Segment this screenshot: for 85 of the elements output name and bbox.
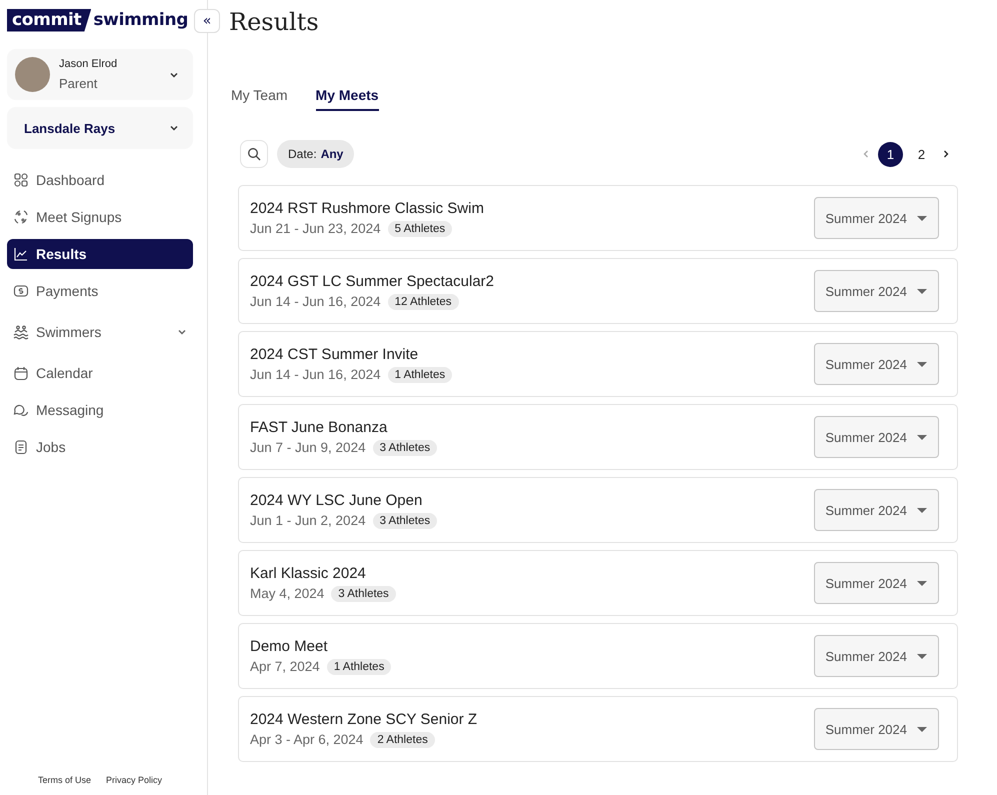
athletes-count: 5 Athletes [388,220,452,236]
meet-card[interactable]: 2024 CST Summer Invite Jun 14 - Jun 16, 2024 1 Athletes Summer 2024 [238,331,958,397]
season-dropdown[interactable]: Summer 2024 [814,635,939,677]
season-dropdown[interactable]: Summer 2024 [814,197,939,239]
nav-item[interactable]: Swimmers [7,313,193,351]
dashboard-icon [13,172,29,188]
avatar [15,57,50,92]
user-name: Jason Elrod [59,58,118,70]
nav-item[interactable]: Meet Signups [7,202,193,232]
caret-down-icon [917,362,927,366]
meet-name[interactable]: FAST June Bonanza [250,418,814,436]
meet-name[interactable]: 2024 WY LSC June Open [250,492,814,508]
meet-dates: Jun 21 - Jun 23, 2024 [250,221,381,236]
nav-item[interactable]: Calendar [7,358,193,388]
chevron-down-icon [169,123,179,133]
tab[interactable]: My Meets [316,87,379,111]
nav-item[interactable]: Dashboard [7,165,193,195]
athletes-count: 2 Athletes [370,732,435,748]
caret-down-icon [917,580,927,586]
page-title: Results [229,8,320,36]
nav-item[interactable]: Jobs [7,432,193,462]
meet-dates: Jun 14 - Jun 16, 2024 [250,367,381,382]
meet-name[interactable]: Karl Klassic 2024 [250,564,814,582]
meet-card[interactable]: 2024 WY LSC June Open Jun 1 - Jun 2, 2024 3 Athletes Summer 2024 [238,477,958,543]
meet-name[interactable]: 2024 CST Summer Invite [250,346,814,362]
meet-dates: Apr 7, 2024 [250,659,320,674]
caret-down-icon [917,508,927,512]
search-button[interactable] [240,140,268,168]
swimmer-icon [13,324,29,340]
meet-name[interactable]: Demo Meet [250,638,814,654]
user-role: Parent [59,76,98,91]
nav-item[interactable]: Payments [7,276,193,306]
chevron-down-icon [177,327,187,337]
meet-card[interactable]: 2024 GST LC Summer Spectacular2 Jun 14 - Jun 16, 2024 12 Athletes Summer 2024 [238,258,958,324]
logo-text: commit [7,8,92,32]
meet-card[interactable]: FAST June Bonanza Jun 7 - Jun 9, 2024 3 Athletes Summer 2024 [238,404,958,470]
meet-name[interactable]: 2024 GST LC Summer Spectacular2 [250,272,814,290]
document-icon [13,439,29,455]
collapse-sidebar-button[interactable]: « [194,9,220,33]
calendar-icon [13,365,29,381]
caret-down-icon [917,216,927,220]
athletes-count: 1 Athletes [388,366,452,382]
meet-dates: May 4, 2024 [250,586,324,601]
meet-dates: Jun 1 - Jun 2, 2024 [250,513,366,528]
season-dropdown[interactable]: Summer 2024 [814,489,939,531]
meet-card[interactable]: Karl Klassic 2024 May 4, 2024 3 Athletes Summer 2024 [238,550,958,616]
tab[interactable]: My Team [231,87,288,111]
athletes-count: 12 Athletes [388,294,459,310]
meet-card[interactable]: 2024 RST Rushmore Classic Swim Jun 21 - Jun 23, 2024 5 Athletes Summer 2024 [238,185,958,251]
athletes-count: 3 Athletes [372,440,438,456]
date-filter[interactable]: Date: Any [277,140,354,168]
logo-text: swimming [93,10,188,30]
nav-item[interactable]: Messaging [7,395,193,425]
caret-down-icon [917,434,927,440]
chart-icon [13,246,29,262]
page-number[interactable]: 1 [878,142,903,166]
nav-item[interactable]: Results [7,239,193,269]
season-dropdown[interactable]: Summer 2024 [814,343,939,385]
chat-bubbles-icon [13,402,29,418]
season-dropdown[interactable]: Summer 2024 [814,416,939,458]
dollar-icon [13,283,29,299]
meet-name[interactable]: 2024 RST Rushmore Classic Swim [250,200,814,216]
athletes-count: 3 Athletes [331,586,396,602]
athletes-count: 1 Athletes [326,658,392,674]
refresh-icon [13,209,29,225]
search-icon [247,147,261,161]
page-number[interactable]: 2 [909,142,934,166]
caret-down-icon [917,288,927,294]
meet-dates: Jun 14 - Jun 16, 2024 [250,294,381,309]
meet-card[interactable]: Demo Meet Apr 7, 2024 1 Athletes Summer 2024 [238,623,958,689]
meet-dates: Jun 7 - Jun 9, 2024 [250,440,366,455]
meet-name[interactable]: 2024 Western Zone SCY Senior Z [250,710,814,728]
season-dropdown[interactable]: Summer 2024 [814,562,939,604]
footer-link[interactable]: Terms of Use [38,775,91,785]
season-dropdown[interactable]: Summer 2024 [814,270,939,312]
caret-down-icon [917,654,927,658]
caret-down-icon [917,726,927,732]
team-name: Lansdale Rays [24,120,116,136]
athletes-count: 3 Athletes [372,512,438,528]
team-selector[interactable]: Lansdale Rays [7,107,193,149]
user-menu[interactable]: Jason Elrod Parent [7,49,193,100]
season-dropdown[interactable]: Summer 2024 [814,708,939,750]
meet-dates: Apr 3 - Apr 6, 2024 [250,732,364,747]
meet-card[interactable]: 2024 Western Zone SCY Senior Z Apr 3 - Apr 6, 2024 2 Athletes Summer 2024 [238,696,958,762]
footer-link[interactable]: Privacy Policy [106,775,162,785]
